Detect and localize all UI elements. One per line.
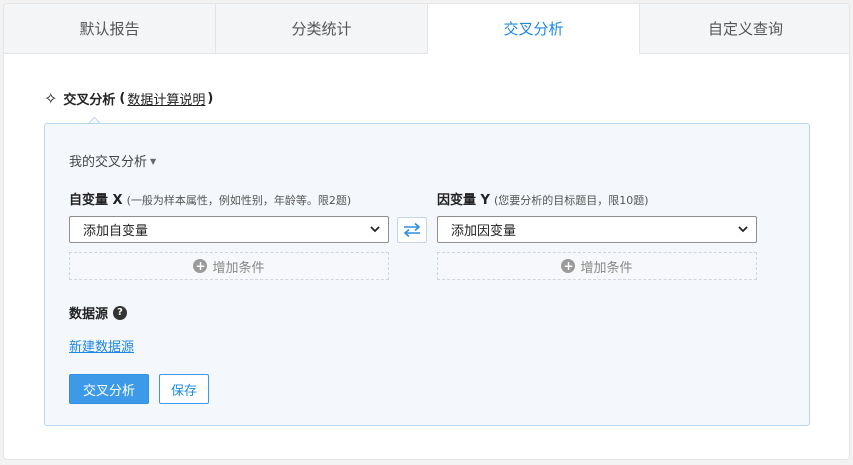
save-button[interactable]: 保存 — [159, 374, 209, 404]
paren-open: ( — [119, 91, 126, 106]
sparkle-icon: ✧ — [44, 89, 58, 108]
my-analysis-dropdown[interactable]: 我的交叉分析 ▼ — [69, 151, 156, 170]
question-circle-icon[interactable]: ? — [113, 305, 128, 320]
datasource-label: 数据源 ? — [69, 303, 128, 322]
chevron-down-icon — [738, 226, 748, 233]
tab-cross-analysis[interactable]: 交叉分析 — [428, 4, 640, 54]
y-add-condition-label: 增加条件 — [580, 260, 633, 276]
x-variable-label: 自变量 X (一般为样本属性，例如性别，年龄等。限2题) — [69, 189, 351, 208]
main-frame: 默认报告 分类统计 交叉分析 自定义查询 ✧ 交叉分析 ( 数据计算说明 ) 我… — [3, 3, 850, 460]
x-add-condition-button[interactable]: + 增加条件 — [69, 252, 389, 280]
new-datasource-link[interactable]: 新建数据源 — [69, 336, 134, 355]
tab-bar: 默认报告 分类统计 交叉分析 自定义查询 — [4, 4, 849, 54]
x-hint: (一般为样本属性，例如性别，年龄等。限2题) — [126, 194, 352, 207]
x-add-condition-label: 增加条件 — [212, 260, 265, 276]
tab-default-report[interactable]: 默认报告 — [4, 4, 216, 53]
plus-circle-icon: + — [561, 259, 576, 273]
cross-analysis-button[interactable]: 交叉分析 — [69, 374, 149, 404]
section-title: 交叉分析 — [63, 93, 116, 108]
y-select-value: 添加因变量 — [451, 224, 517, 239]
caret-down-icon: ▼ — [150, 157, 157, 166]
datasource-label-text: 数据源 — [69, 307, 109, 322]
plus-circle-icon: + — [193, 259, 208, 273]
x-variable-select[interactable]: 添加自变量 — [69, 216, 389, 243]
swap-arrows-icon — [403, 222, 421, 238]
section-header: ✧ 交叉分析 ( 数据计算说明 ) — [44, 89, 213, 108]
paren-close: ) — [207, 91, 214, 106]
my-analysis-label: 我的交叉分析 — [69, 155, 148, 170]
y-add-condition-button[interactable]: + 增加条件 — [437, 252, 757, 280]
chevron-down-icon — [370, 226, 380, 233]
swap-variables-button[interactable] — [397, 217, 427, 243]
calc-help-link[interactable]: 数据计算说明 — [127, 89, 205, 108]
y-label-text: 因变量 Y — [437, 193, 490, 208]
x-select-value: 添加自变量 — [83, 224, 149, 239]
cross-analysis-panel: 我的交叉分析 ▼ 自变量 X (一般为样本属性，例如性别，年龄等。限2题) 因变量 … — [44, 123, 810, 426]
x-label-text: 自变量 X — [69, 193, 123, 208]
tab-category-stats[interactable]: 分类统计 — [216, 4, 428, 53]
y-hint: (您要分析的目标题目，限10题) — [493, 194, 649, 207]
y-variable-select[interactable]: 添加因变量 — [437, 216, 757, 243]
tab-custom-query[interactable]: 自定义查询 — [640, 4, 849, 53]
y-variable-label: 因变量 Y (您要分析的目标题目，限10题) — [437, 189, 649, 208]
